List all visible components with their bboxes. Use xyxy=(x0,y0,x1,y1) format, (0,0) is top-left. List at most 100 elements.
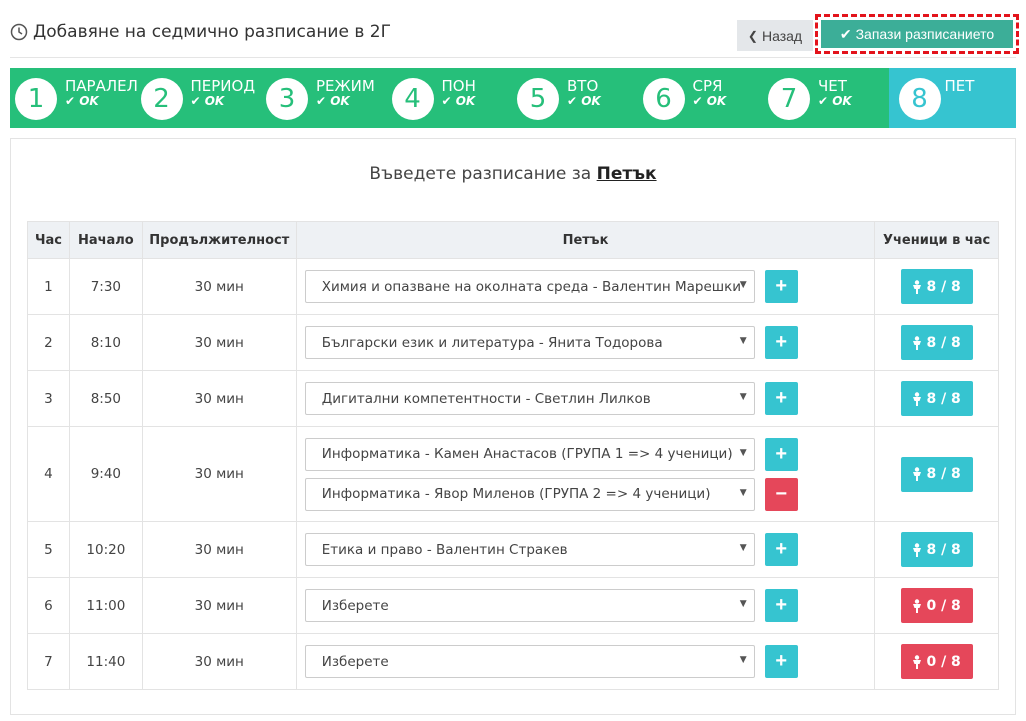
schedule-prompt: Въведете разписание за Петък xyxy=(11,164,1015,184)
add-subject-button[interactable]: + xyxy=(764,382,798,415)
subject-select-value: Български език и литература - Янита Тодо… xyxy=(321,334,663,351)
add-subject-button[interactable]: + xyxy=(764,270,798,303)
plus-icon: + xyxy=(775,650,788,672)
students-count: 8 / 8 xyxy=(926,466,961,482)
table-header-row: Час Начало Продължителност Петък Ученици… xyxy=(27,221,999,259)
students-badge[interactable]: 8 / 8 xyxy=(900,381,973,416)
wizard-steps: 1 ПАРАЛЕЛ ✔ OK 2 ПЕРИОД ✔ OK 3 РЕЖИМ ✔ OK 4 ПОН ✔ O… xyxy=(10,68,1016,128)
wizard-step[interactable]: 1 ПАРАЛЕЛ ✔ OK xyxy=(10,68,138,128)
caret-down-icon: ▼ xyxy=(739,447,747,458)
step-status-text: OK xyxy=(330,94,350,108)
step-status-text: OK xyxy=(832,94,852,108)
chevron-left-icon: ❮ xyxy=(747,28,758,43)
step-number: 3 xyxy=(266,78,308,120)
students-badge[interactable]: 8 / 8 xyxy=(900,269,973,304)
wizard-step[interactable]: 2 ПЕРИОД ✔ OK xyxy=(136,68,262,128)
add-subject-button[interactable]: + xyxy=(764,533,798,566)
students-badge[interactable]: 0 / 8 xyxy=(900,588,973,623)
save-button-highlight: ✔ Запази разписанието xyxy=(815,14,1019,54)
wizard-step[interactable]: 8 ПЕТ xyxy=(888,68,1016,128)
student-icon xyxy=(913,467,922,481)
cell-hour: 6 xyxy=(27,577,70,634)
step-label: ПАРАЛЕЛ xyxy=(65,77,138,95)
subject-row: Дигитални компетентности - Светлин Лилко… xyxy=(304,379,875,419)
subject-select-value: Изберете xyxy=(321,653,389,670)
subject-select[interactable]: Изберете ▼ xyxy=(304,589,755,622)
page-title-text: Добавяне на седмично разписание в 2Г xyxy=(33,22,391,42)
subject-select-value: Изберете xyxy=(321,597,389,614)
plus-icon: + xyxy=(775,331,788,353)
table-row: 1 7:30 30 мин Химия и опазване на околната … xyxy=(27,258,999,315)
step-label: РЕЖИМ xyxy=(316,77,375,95)
subject-row: Етика и право - Валентин Стракев ▼ + xyxy=(304,530,875,570)
back-button[interactable]: ❮ Назад xyxy=(737,20,813,51)
check-icon: ✔ xyxy=(316,94,331,108)
subject-select[interactable]: Информатика - Явор Миленов (ГРУПА 2 => 4… xyxy=(304,477,755,511)
col-header-day: Петък xyxy=(295,221,876,259)
check-icon: ✔ xyxy=(692,94,707,108)
add-subject-button[interactable]: + xyxy=(764,589,798,622)
students-badge[interactable]: 8 / 8 xyxy=(900,325,973,360)
students-badge[interactable]: 0 / 8 xyxy=(900,644,973,679)
subject-select[interactable]: Етика и право - Валентин Стракев ▼ xyxy=(304,533,755,566)
students-count: 8 / 8 xyxy=(926,278,961,295)
remove-subject-button[interactable]: − xyxy=(764,477,798,511)
wizard-step[interactable]: 3 РЕЖИМ ✔ OK xyxy=(261,68,387,128)
subject-select-value: Дигитални компетентности - Светлин Лилко… xyxy=(321,390,651,407)
save-schedule-button[interactable]: ✔ Запази разписанието xyxy=(821,20,1013,48)
table-row: 2 8:10 30 мин Български език и литература -… xyxy=(27,314,999,371)
cell-students: 8 / 8 xyxy=(874,258,999,315)
step-status: ✔ OK xyxy=(693,94,727,108)
add-subject-button[interactable]: + xyxy=(764,437,798,471)
subject-select-value: Химия и опазване на околната среда - Вал… xyxy=(321,278,742,295)
subject-select[interactable]: Дигитални компетентности - Светлин Лилко… xyxy=(304,382,755,415)
wizard-step[interactable]: 7 ЧЕТ ✔ OK xyxy=(763,68,889,128)
add-subject-button[interactable]: + xyxy=(764,645,798,678)
cell-start: 9:40 xyxy=(68,426,143,522)
step-status: ✔ OK xyxy=(191,94,225,108)
subject-select-value: Етика и право - Валентин Стракев xyxy=(321,541,568,558)
step-label: ЧЕТ xyxy=(818,77,847,95)
students-badge[interactable]: 8 / 8 xyxy=(900,532,973,567)
student-icon xyxy=(913,598,922,613)
cell-subjects: Химия и опазване на околната среда - Вал… xyxy=(295,258,876,315)
cell-subjects: Изберете ▼ + xyxy=(295,577,876,634)
wizard-step[interactable]: 6 СРЯ ✔ OK xyxy=(638,68,764,128)
cell-duration: 30 мин xyxy=(141,370,297,427)
cell-duration: 30 мин xyxy=(141,633,297,690)
subject-select[interactable]: Български език и литература - Янита Тодо… xyxy=(304,326,755,359)
subject-select[interactable]: Информатика - Камен Анастасов (ГРУПА 1 =… xyxy=(304,437,755,471)
step-status: ✔ OK xyxy=(818,94,852,108)
step-status-text: OK xyxy=(79,94,99,108)
cell-hour: 5 xyxy=(27,521,70,578)
step-number: 7 xyxy=(768,78,810,120)
table-row: 5 10:20 30 мин Етика и право - Валентин Стр… xyxy=(27,521,999,578)
caret-down-icon: ▼ xyxy=(739,487,747,498)
check-icon: ✔ xyxy=(65,94,80,108)
students-badge[interactable]: 8 / 8 xyxy=(900,456,973,492)
step-status-text: OK xyxy=(455,94,476,108)
table-row: 4 9:40 30 мин Информатика - Камен Анастасов… xyxy=(27,426,999,522)
cell-start: 8:10 xyxy=(68,314,143,371)
step-status: ✔ OK xyxy=(65,94,99,108)
step-label: ПЕТ xyxy=(944,77,975,95)
subject-row: Изберете ▼ + xyxy=(304,586,875,626)
wizard-step[interactable]: 4 ПОН ✔ OK xyxy=(387,68,513,128)
step-status-text: OK xyxy=(581,94,601,108)
subject-select[interactable]: Химия и опазване на околната среда - Вал… xyxy=(304,270,755,303)
subject-row: Химия и опазване на околната среда - Вал… xyxy=(304,267,875,307)
student-icon xyxy=(913,654,922,669)
subject-row: Български език и литература - Янита Тодо… xyxy=(304,323,875,363)
subject-select-value: Информатика - Явор Миленов (ГРУПА 2 => 4… xyxy=(321,486,711,502)
step-status-text: OK xyxy=(706,94,727,108)
check-icon: ✔ xyxy=(441,94,456,108)
cell-duration: 30 мин xyxy=(141,258,297,315)
col-header-students: Ученици в час xyxy=(874,221,999,259)
student-icon xyxy=(913,279,922,294)
wizard-step[interactable]: 5 ВТО ✔ OK xyxy=(512,68,638,128)
plus-icon: + xyxy=(775,538,788,560)
step-status: ✔ OK xyxy=(567,94,601,108)
subject-select[interactable]: Изберете ▼ xyxy=(304,645,755,678)
cell-hour: 2 xyxy=(27,314,70,371)
add-subject-button[interactable]: + xyxy=(764,326,798,359)
